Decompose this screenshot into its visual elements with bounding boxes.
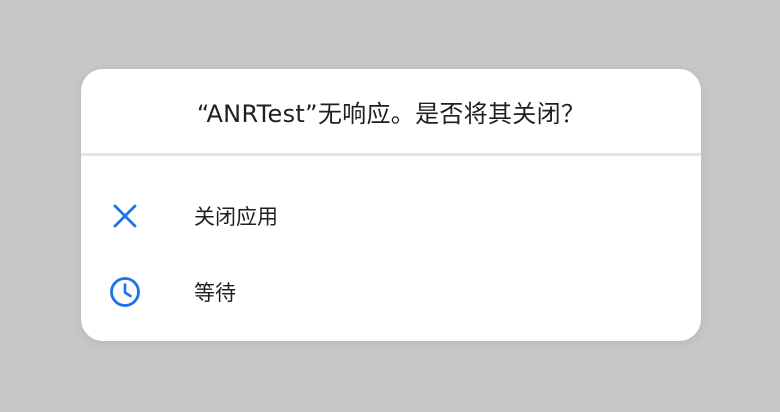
title-divider	[81, 153, 701, 156]
close-app-label: 关闭应用	[194, 205, 278, 229]
dialog-title: “ANRTest”无响应。是否将其关闭？	[196, 99, 586, 128]
screen-scrim: “ANRTest”无响应。是否将其关闭？ 关闭应用 等待	[0, 0, 780, 412]
close-app-button[interactable]: 关闭应用	[81, 180, 701, 252]
clock-icon	[109, 276, 141, 308]
close-icon	[109, 200, 141, 232]
wait-button[interactable]: 等待	[81, 256, 701, 328]
wait-label: 等待	[194, 281, 236, 305]
anr-dialog: “ANRTest”无响应。是否将其关闭？ 关闭应用 等待	[81, 69, 701, 341]
